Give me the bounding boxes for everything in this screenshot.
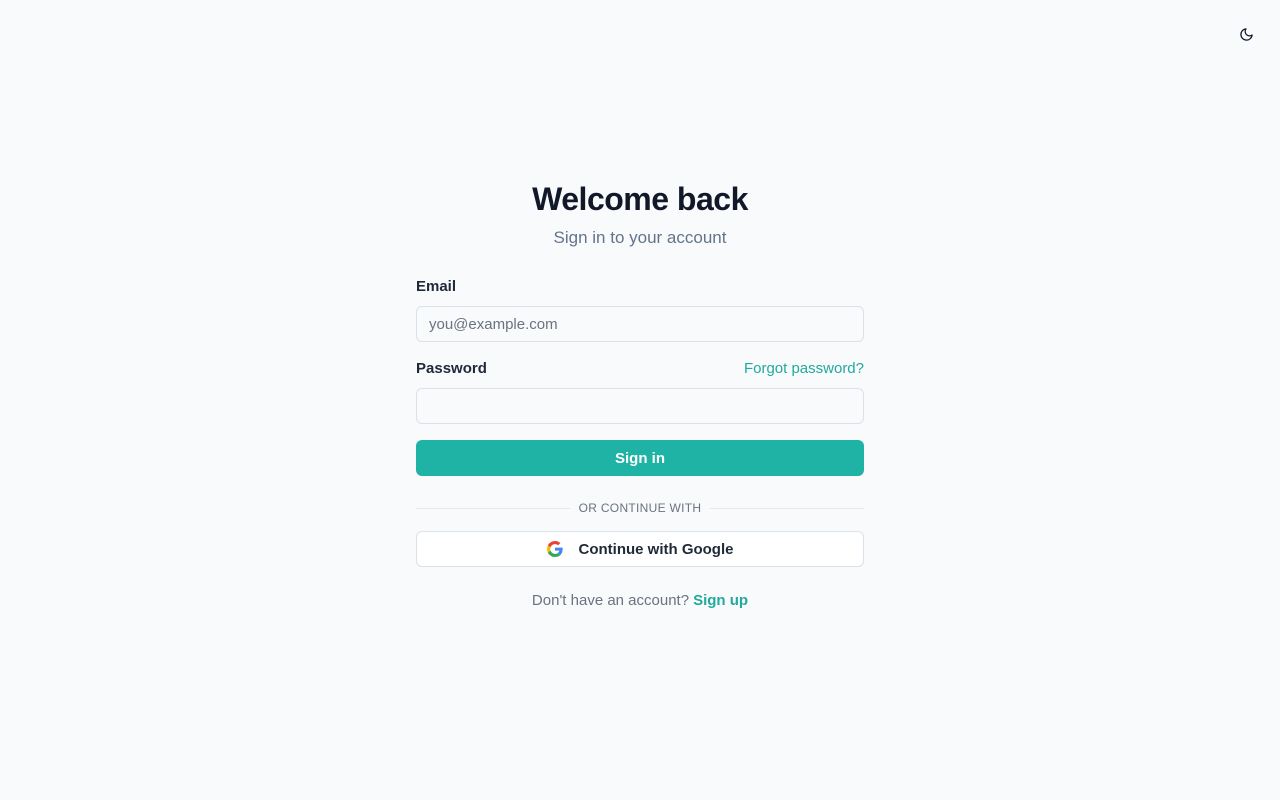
email-input[interactable] — [416, 306, 864, 342]
page-subtitle: Sign in to your account — [553, 228, 727, 247]
email-field-group: Email — [416, 277, 864, 342]
google-button-label: Continue with Google — [578, 540, 734, 558]
divider-line-left — [416, 507, 570, 509]
signup-prompt-text: Don't have an account? — [531, 592, 690, 609]
or-divider: OR CONTINUE WITH — [416, 499, 865, 517]
email-label: Email — [416, 277, 457, 295]
google-icon — [546, 541, 563, 557]
google-sign-in-button[interactable]: Continue with Google — [416, 531, 864, 567]
page-title: Welcome back — [532, 181, 748, 217]
password-field-group: Password Forgot password? — [416, 359, 864, 424]
moon-icon — [1239, 27, 1254, 42]
divider-line-right — [710, 507, 865, 509]
theme-toggle-button[interactable] — [1234, 22, 1258, 46]
password-input[interactable] — [416, 388, 864, 424]
email-label-row: Email — [416, 277, 864, 295]
divider-text: OR CONTINUE WITH — [578, 501, 702, 515]
sign-up-link[interactable]: Sign up — [693, 592, 748, 609]
login-page: Welcome back Sign in to your account Ema… — [0, 0, 1280, 800]
password-label: Password — [416, 359, 487, 377]
signup-prompt: Don't have an account? Sign up — [416, 592, 864, 609]
forgot-password-link[interactable]: Forgot password? — [744, 360, 864, 377]
login-card: Welcome back Sign in to your account Ema… — [416, 180, 865, 609]
password-label-row: Password Forgot password? — [416, 359, 864, 377]
sign-in-button[interactable]: Sign in — [416, 440, 864, 476]
